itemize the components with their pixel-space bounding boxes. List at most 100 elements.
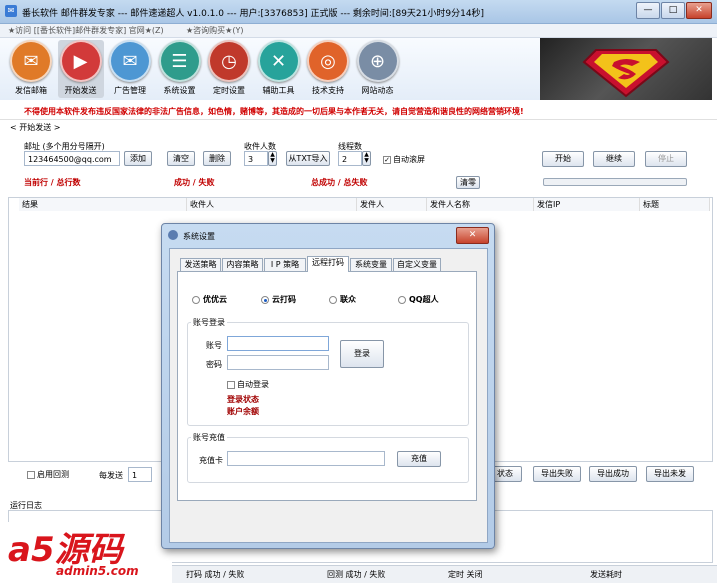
option-label: 云打码 xyxy=(272,295,296,304)
menu-bar: ★访问 [[番长软件]邮件群发专家] 官网★(Z) ★咨询购买★(Y) xyxy=(0,24,717,38)
email-input[interactable]: 123464500@qq.com xyxy=(24,151,120,166)
tab-custom-variables[interactable]: 自定义变量 xyxy=(393,258,441,272)
watermark-sub: admin5.com xyxy=(56,564,139,578)
toolbar-label: 定时设置 xyxy=(213,86,245,95)
progress-bar xyxy=(543,178,687,186)
toolbar-button-globe[interactable]: ⊕ 网站动态 xyxy=(355,40,401,98)
stop-button[interactable]: 停止 xyxy=(645,151,687,167)
dialog-close-button[interactable]: ✕ xyxy=(456,227,489,244)
login-button[interactable]: 登录 xyxy=(340,340,384,368)
maximize-button[interactable]: □ xyxy=(661,2,685,19)
total-success-fail-label: 总成功 / 总失败 xyxy=(311,178,368,187)
tab-content-strategy[interactable]: 内容策略 xyxy=(222,258,263,272)
auto-scroll-label: 自动滚屏 xyxy=(393,155,425,164)
current-total-label: 当前行 / 总行数 xyxy=(24,178,81,187)
option-youyouyun[interactable]: 优优云 xyxy=(192,294,227,305)
password-label: 密码 xyxy=(206,360,222,369)
toolbar-button-clock[interactable]: ◷ 定时设置 xyxy=(206,40,252,98)
toolbar-button-lifebuoy[interactable]: ◎ 技术支持 xyxy=(305,40,351,98)
toolbar-label: 系统设置 xyxy=(163,86,196,95)
close-button[interactable]: ✕ xyxy=(686,2,712,19)
clear-button[interactable]: 清空 xyxy=(167,151,195,166)
send-group-label: < 开始发送 > xyxy=(10,123,61,132)
status-reply: 回测 成功 / 失败 xyxy=(327,570,386,579)
export-fail-button[interactable]: 导出失败 xyxy=(533,466,581,482)
recharge-button[interactable]: 充值 xyxy=(397,451,441,467)
recharge-card-input[interactable] xyxy=(227,451,385,466)
import-txt-button[interactable]: 从TXT导入 xyxy=(286,151,330,166)
card-label: 充值卡 xyxy=(199,456,223,465)
header-sender-name[interactable]: 发件人名称 xyxy=(427,198,534,211)
auto-scroll-checkbox[interactable]: ✓ 自动滚屏 xyxy=(383,154,425,165)
envelope-icon: ✉ xyxy=(109,40,151,82)
window-title: 番长软件 邮件群发专家 --- 邮件速递超人 v1.0.1.0 --- 用户:[… xyxy=(22,9,485,19)
toolbar-button-envelope[interactable]: ✉ 广告管理 xyxy=(107,40,153,98)
radio-icon xyxy=(398,295,406,304)
globe-icon: ⊕ xyxy=(356,40,399,82)
auto-login-label: 自动登录 xyxy=(237,380,269,389)
option-yundama[interactable]: 云打码 xyxy=(261,294,296,305)
toolbar-button-wrench[interactable]: ✕ 辅助工具 xyxy=(256,40,302,98)
radio-icon xyxy=(192,295,200,304)
menu-purchase[interactable]: ★咨询购买★(Y) xyxy=(186,25,243,36)
toolbar-label: 辅助工具 xyxy=(262,86,295,95)
delete-button[interactable]: 删除 xyxy=(203,151,231,166)
threads-input[interactable]: 2 xyxy=(338,151,362,166)
enable-reply-checkbox[interactable]: 启用回测 xyxy=(27,469,69,480)
continue-button[interactable]: 继续 xyxy=(593,151,635,167)
toolbar-label: 网站动态 xyxy=(361,86,394,95)
option-lianzhong[interactable]: 联众 xyxy=(329,294,356,305)
toolbar-button-sliders[interactable]: ☰ 系统设置 xyxy=(157,40,203,98)
dialog-title: 系统设置 xyxy=(183,232,215,241)
option-label: 联众 xyxy=(340,295,356,304)
header-result[interactable]: 结果 xyxy=(19,198,187,211)
tab-remote-captcha[interactable]: 远程打码 xyxy=(307,256,349,272)
toolbar: ✉ 发信邮箱 ▶ 开始发送 ✉ 广告管理 ☰ 系统设置 ◷ 定时设置 ✕ 辅助工具 ◎ 技术支持 ⊕ 网站动态 xyxy=(0,38,540,100)
export-unsent-button[interactable]: 导出未发 xyxy=(646,466,694,482)
status-captcha: 打码 成功 / 失败 xyxy=(186,570,245,579)
recipients-input[interactable]: 3 xyxy=(244,151,268,166)
status-timer: 定时 关闭 xyxy=(448,570,483,579)
login-status: 登录状态 xyxy=(227,395,259,404)
export-success-button[interactable]: 导出成功 xyxy=(589,466,637,482)
checkbox-checked-icon: ✓ xyxy=(383,155,391,164)
start-button[interactable]: 开始 xyxy=(542,151,584,167)
tab-send-strategy[interactable]: 发送策略 xyxy=(180,258,221,272)
header-subject[interactable]: 标题 xyxy=(640,198,710,211)
account-label: 账号 xyxy=(206,341,222,350)
add-button[interactable]: 添加 xyxy=(124,151,152,166)
per-send-label: 每发送 xyxy=(99,471,123,480)
option-qq-superman[interactable]: QQ超人 xyxy=(398,294,439,305)
toolbar-button-mailbox[interactable]: ✉ 发信邮箱 xyxy=(8,40,54,98)
play-icon: ▶ xyxy=(59,40,102,82)
header-recipient[interactable]: 收件人 xyxy=(187,198,357,211)
reset-button[interactable]: 清零 xyxy=(456,176,480,189)
lifebuoy-icon: ◎ xyxy=(307,40,349,82)
password-input[interactable] xyxy=(227,355,329,370)
menu-visit-site[interactable]: ★访问 [[番长软件]邮件群发专家] 官网★(Z) xyxy=(8,25,164,36)
recipients-stepper[interactable]: ▲ ▼ xyxy=(268,151,277,166)
mailbox-icon: ✉ xyxy=(10,40,52,82)
sliders-icon: ☰ xyxy=(158,40,201,82)
toolbar-button-play[interactable]: ▶ 开始发送 xyxy=(57,40,104,98)
status-duration: 发送耗时 xyxy=(590,570,622,579)
header-sender[interactable]: 发件人 xyxy=(357,198,427,211)
tab-ip-strategy[interactable]: I P 策略 xyxy=(264,258,306,272)
enable-reply-label: 启用回测 xyxy=(37,470,69,479)
account-balance: 账户余额 xyxy=(227,407,259,416)
minimize-button[interactable]: — xyxy=(636,2,660,19)
auto-login-checkbox[interactable]: 自动登录 xyxy=(227,379,269,390)
per-send-input[interactable]: 1 xyxy=(128,467,152,482)
title-bar: ✉ 番长软件 邮件群发专家 --- 邮件速递超人 v1.0.1.0 --- 用户… xyxy=(0,0,717,24)
watermark-logo: a5源码 admin5.com xyxy=(0,522,172,583)
toolbar-label: 广告管理 xyxy=(114,86,146,95)
radio-icon xyxy=(329,295,337,304)
threads-stepper[interactable]: ▲ ▼ xyxy=(362,151,371,166)
radio-selected-icon xyxy=(261,295,269,304)
superman-logo-icon xyxy=(582,49,670,98)
legal-warning: 不得使用本软件发布违反国家法律的非法广告信息，如色情，赌博等，其造成的一切后果与… xyxy=(0,102,717,120)
account-input[interactable] xyxy=(227,336,329,351)
tab-system-variables[interactable]: 系统变量 xyxy=(350,258,392,272)
option-label: 优优云 xyxy=(203,295,227,304)
header-sender-ip[interactable]: 发信IP xyxy=(534,198,640,211)
